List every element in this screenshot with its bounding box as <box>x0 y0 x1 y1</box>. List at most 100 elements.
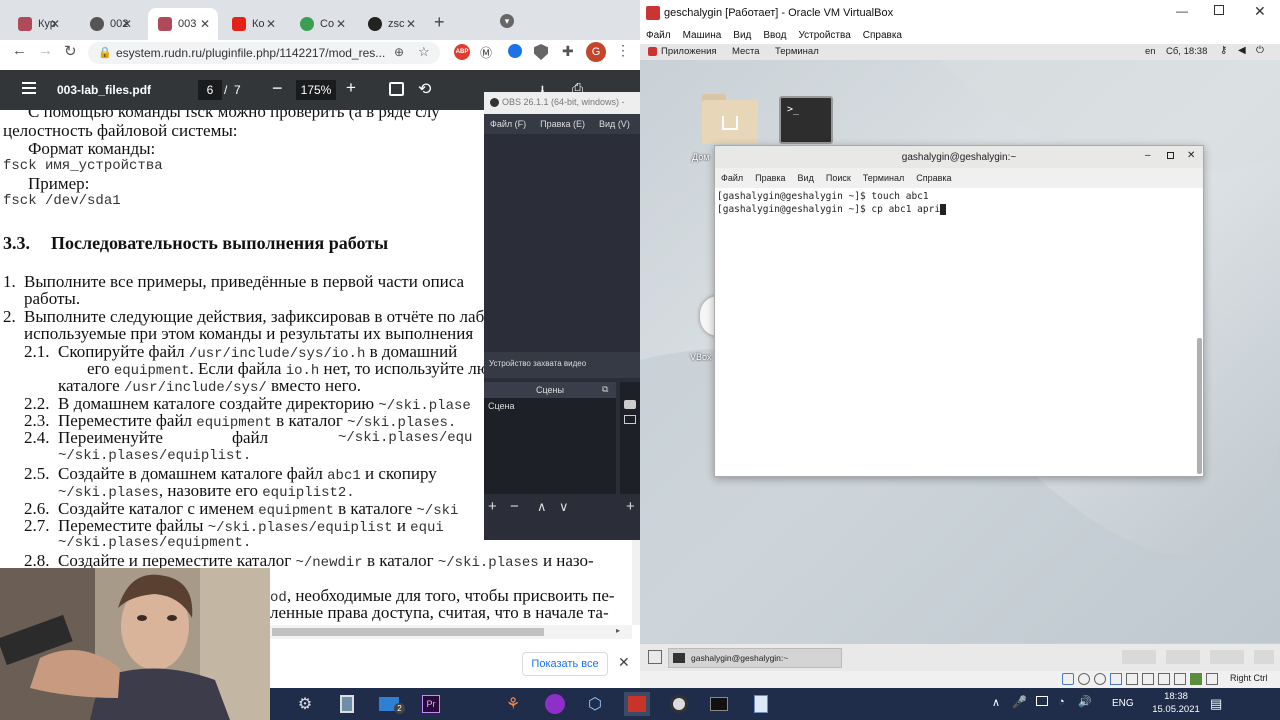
vbox-menu-help[interactable]: Справка <box>863 30 902 41</box>
maximize-icon[interactable] <box>1214 5 1224 15</box>
input-language[interactable]: ENG <box>1112 698 1134 709</box>
speaker-icon[interactable]: 🔊 <box>1078 695 1092 708</box>
workspace-2[interactable] <box>1166 650 1200 664</box>
move-up-icon[interactable]: ∧ <box>537 499 547 515</box>
close-icon[interactable]: ✕ <box>406 17 416 31</box>
add-scene-icon[interactable]: + <box>488 498 497 515</box>
scrollbar-thumb[interactable] <box>272 628 544 636</box>
keyboard-lang[interactable]: en <box>1145 46 1156 57</box>
podcast-app-icon[interactable] <box>542 692 568 716</box>
terminal-menu[interactable]: Терминал <box>775 46 819 57</box>
tab-2[interactable]: 002 ✕ <box>80 8 140 40</box>
zoom-in-icon[interactable]: + <box>346 78 356 98</box>
terminal-taskbar-icon[interactable] <box>706 692 732 716</box>
network-icon[interactable]: ⚷ <box>1220 45 1227 56</box>
shared-folders-icon[interactable] <box>1142 673 1154 685</box>
url-input[interactable]: 🔒 esystem.rudn.ru/pluginfile.php/1142217… <box>88 42 440 64</box>
vbox-menu-file[interactable]: Файл <box>646 30 671 41</box>
terminal-output[interactable]: [gashalygin@geshalygin ~]$ touch abc1 [g… <box>715 188 1203 476</box>
settings-gear-icon[interactable]: ⚙ <box>292 692 318 716</box>
terminal-menu-file[interactable]: Файл <box>721 173 743 183</box>
workspace-3[interactable] <box>1210 650 1244 664</box>
workspace-4[interactable] <box>1254 650 1274 664</box>
scene-item[interactable]: Сцена <box>484 398 616 414</box>
fit-page-icon[interactable] <box>389 82 404 96</box>
wifi-icon[interactable]: ◔ <box>1058 696 1065 708</box>
menu-icon[interactable] <box>22 82 36 94</box>
tab-search-icon[interactable]: ▾ <box>500 14 514 28</box>
gnome-clock[interactable]: Сб, 18:38 <box>1166 46 1207 57</box>
vbox-menu-machine[interactable]: Машина <box>683 30 722 41</box>
taskbar-clock[interactable]: 18:38 15.05.2021 <box>1152 691 1200 715</box>
notepad-icon[interactable] <box>748 692 774 716</box>
premiere-icon[interactable]: Pr <box>418 692 444 716</box>
tab-4[interactable]: Ко ✕ <box>222 8 284 40</box>
terminal-menu-terminal[interactable]: Терминал <box>863 173 904 183</box>
home-folder-icon[interactable] <box>702 94 758 144</box>
tab-3-active[interactable]: 003 ✕ <box>148 8 218 40</box>
orange-app-icon[interactable]: ⚘ <box>500 692 526 716</box>
close-icon[interactable]: ✕ <box>200 17 210 31</box>
show-all-button[interactable]: Показать все <box>522 652 608 676</box>
close-icon[interactable]: ✕ <box>336 17 346 31</box>
terminal-scrollbar[interactable] <box>1197 338 1202 474</box>
terminal-launcher-icon[interactable]: >_ <box>779 96 833 144</box>
scroll-right-icon[interactable]: ▸ <box>616 626 620 635</box>
virtualbox-taskbar-icon[interactable]: ⬡ <box>582 692 608 716</box>
obs-taskbar-icon[interactable] <box>666 692 692 716</box>
dock-icon[interactable]: ⧉ <box>602 384 608 395</box>
rotate-icon[interactable]: ⟲ <box>418 79 431 99</box>
extension-blue-icon[interactable] <box>508 44 522 58</box>
usb-status-icon[interactable] <box>1126 673 1138 685</box>
obs-menu-view[interactable]: Вид (V) <box>599 119 630 129</box>
recording-status-icon[interactable] <box>1174 673 1186 685</box>
terminal-menu-help[interactable]: Справка <box>916 173 951 183</box>
volume-icon[interactable]: ◀ <box>1238 45 1246 56</box>
network-status-icon[interactable] <box>1110 673 1122 685</box>
vbox-menu-devices[interactable]: Устройства <box>798 30 850 41</box>
profile-avatar[interactable]: G <box>586 42 606 62</box>
vbox-menu-view[interactable]: Вид <box>733 30 751 41</box>
close-icon[interactable]: ✕ <box>122 17 132 31</box>
forward-icon[interactable]: → <box>38 42 53 59</box>
tab-6[interactable]: zsc ✕ <box>358 8 424 40</box>
places-menu[interactable]: Места <box>732 46 760 57</box>
reload-icon[interactable]: ↻ <box>64 42 77 60</box>
microphone-icon[interactable]: 🎤 <box>1012 695 1027 709</box>
extensions-puzzle-icon[interactable]: ✚ <box>562 43 574 60</box>
add-source-icon[interactable]: + <box>626 498 635 515</box>
close-icon[interactable]: ✕ <box>266 17 276 31</box>
optical-status-icon[interactable] <box>1078 673 1090 685</box>
obs-menu-edit[interactable]: Правка (E) <box>540 119 585 129</box>
zoom-input[interactable]: 175% <box>296 80 336 100</box>
terminal-menu-view[interactable]: Вид <box>798 173 814 183</box>
terminal-menu-edit[interactable]: Правка <box>755 173 785 183</box>
battery-icon[interactable] <box>1036 696 1048 706</box>
audio-status-icon[interactable] <box>1094 673 1106 685</box>
close-icon[interactable]: ✕ <box>1254 3 1266 20</box>
close-icon[interactable]: ✕ <box>50 17 60 31</box>
maximize-icon[interactable] <box>1167 152 1174 159</box>
zoom-out-icon[interactable]: − <box>272 78 283 99</box>
extension-m-icon[interactable]: Ⓜ <box>480 44 496 60</box>
display-status-icon[interactable] <box>1158 673 1170 685</box>
vt-x-status-icon[interactable] <box>1190 673 1202 685</box>
guest-taskbar-terminal[interactable]: gashalygin@geshalygin:~ <box>668 648 842 668</box>
obs-menu-file[interactable]: Файл (F) <box>490 119 526 129</box>
new-tab-button[interactable]: + <box>434 12 445 33</box>
hdd-status-icon[interactable] <box>1062 673 1074 685</box>
tab-5[interactable]: Co ✕ <box>290 8 354 40</box>
adblock-icon[interactable]: ABP <box>454 44 470 60</box>
terminal-menu-search[interactable]: Поиск <box>826 173 851 183</box>
workspace-1[interactable] <box>1122 650 1156 664</box>
back-icon[interactable]: ← <box>12 42 27 59</box>
mouse-integration-icon[interactable] <box>1206 673 1218 685</box>
power-icon[interactable]: ⏻ <box>1256 45 1264 56</box>
tab-1[interactable]: Кур ✕ <box>8 8 68 40</box>
show-desktop-icon[interactable] <box>648 650 662 664</box>
calculator-icon[interactable] <box>334 692 360 716</box>
paint-app-icon[interactable] <box>624 692 650 716</box>
bookmark-star-icon[interactable]: ☆ <box>418 44 430 60</box>
tray-expand-icon[interactable]: ∧ <box>992 696 1000 709</box>
remove-scene-icon[interactable]: − <box>510 498 519 515</box>
